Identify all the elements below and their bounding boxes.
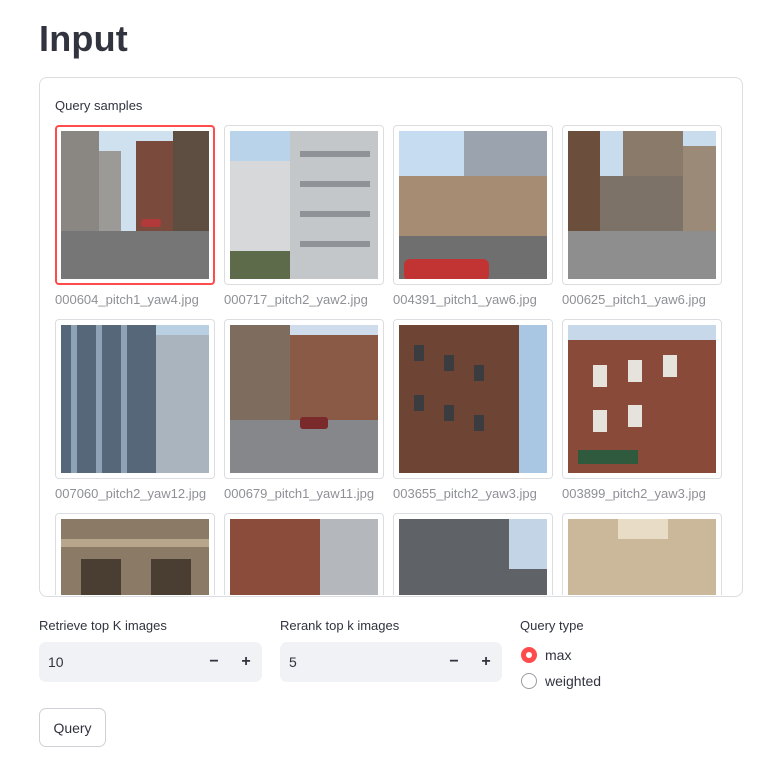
page-title: Input bbox=[39, 18, 128, 59]
gallery-item[interactable] bbox=[393, 513, 553, 595]
gallery-item[interactable] bbox=[55, 513, 215, 595]
gallery-thumbnail[interactable] bbox=[393, 513, 553, 595]
street-image bbox=[399, 325, 547, 473]
gallery-item[interactable]: 003655_pitch2_yaw3.jpg bbox=[393, 319, 553, 501]
gallery-thumbnail[interactable] bbox=[562, 513, 722, 595]
gallery-thumbnail[interactable] bbox=[224, 125, 384, 285]
gallery-thumbnail[interactable] bbox=[224, 319, 384, 479]
street-image bbox=[230, 325, 378, 473]
street-image bbox=[230, 131, 378, 279]
street-image bbox=[61, 325, 209, 473]
rerank-top-k-stepper: 5 − + bbox=[280, 642, 502, 682]
street-image bbox=[230, 519, 378, 595]
radio-label-max: max bbox=[545, 647, 572, 663]
street-image bbox=[568, 131, 716, 279]
radio-selected-icon[interactable] bbox=[521, 647, 537, 663]
query-type-label: Query type bbox=[520, 618, 584, 633]
gallery-item[interactable]: 004391_pitch1_yaw6.jpg bbox=[393, 125, 553, 307]
street-image bbox=[61, 131, 209, 279]
gallery-item[interactable]: 007060_pitch2_yaw12.jpg bbox=[55, 319, 215, 501]
gallery-item[interactable] bbox=[224, 513, 384, 595]
radio-label-weighted: weighted bbox=[545, 673, 602, 689]
street-image bbox=[399, 519, 547, 595]
rerank-top-k-input[interactable]: 5 bbox=[280, 654, 438, 670]
gallery-thumbnail[interactable] bbox=[393, 125, 553, 285]
gallery-caption: 000604_pitch1_yaw4.jpg bbox=[55, 292, 199, 307]
gallery-item[interactable] bbox=[562, 513, 722, 595]
gallery-caption: 007060_pitch2_yaw12.jpg bbox=[55, 486, 207, 501]
gallery-thumbnail[interactable] bbox=[224, 513, 384, 595]
gallery-item[interactable]: 000625_pitch1_yaw6.jpg bbox=[562, 125, 722, 307]
street-image bbox=[399, 131, 547, 279]
query-samples-label: Query samples bbox=[55, 98, 143, 113]
retrieve-top-k-stepper: 10 − + bbox=[39, 642, 262, 682]
gallery-caption: 003655_pitch2_yaw3.jpg bbox=[393, 486, 537, 501]
rerank-decrement-button[interactable]: − bbox=[438, 642, 470, 682]
retrieve-top-k-input[interactable]: 10 bbox=[39, 654, 198, 670]
gallery-caption: 000625_pitch1_yaw6.jpg bbox=[562, 292, 706, 307]
radio-unselected-icon[interactable] bbox=[521, 673, 537, 689]
gallery-caption: 004391_pitch1_yaw6.jpg bbox=[393, 292, 537, 307]
gallery-thumbnail[interactable] bbox=[55, 513, 215, 595]
query-type-option-max[interactable]: max bbox=[521, 647, 571, 663]
gallery-caption: 000717_pitch2_yaw2.jpg bbox=[224, 292, 368, 307]
gallery-thumbnail[interactable] bbox=[393, 319, 553, 479]
gallery-thumbnail[interactable] bbox=[562, 319, 722, 479]
query-button[interactable]: Query bbox=[39, 708, 106, 747]
gallery-item[interactable]: 000604_pitch1_yaw4.jpg bbox=[55, 125, 215, 307]
gallery-item[interactable]: 003899_pitch2_yaw3.jpg bbox=[562, 319, 722, 501]
gallery-item[interactable]: 000717_pitch2_yaw2.jpg bbox=[224, 125, 384, 307]
retrieve-increment-button[interactable]: + bbox=[230, 642, 262, 682]
gallery-item[interactable]: 000679_pitch1_yaw11.jpg bbox=[224, 319, 384, 501]
gallery-thumbnail[interactable] bbox=[562, 125, 722, 285]
rerank-increment-button[interactable]: + bbox=[470, 642, 502, 682]
rerank-top-k-label: Rerank top k images bbox=[280, 618, 400, 633]
image-gallery[interactable]: 000604_pitch1_yaw4.jpg 000717_pitch2_yaw… bbox=[55, 125, 735, 595]
gallery-caption: 000679_pitch1_yaw11.jpg bbox=[224, 486, 375, 501]
gallery-caption: 003899_pitch2_yaw3.jpg bbox=[562, 486, 706, 501]
retrieve-decrement-button[interactable]: − bbox=[198, 642, 230, 682]
query-samples-panel: Query samples 000604_pitch1_yaw4.jpg 000… bbox=[39, 77, 743, 597]
street-image bbox=[568, 519, 716, 595]
street-image bbox=[61, 519, 209, 595]
gallery-thumbnail[interactable] bbox=[55, 319, 215, 479]
street-image bbox=[568, 325, 716, 473]
query-type-option-weighted[interactable]: weighted bbox=[521, 673, 601, 689]
retrieve-top-k-label: Retrieve top K images bbox=[39, 618, 167, 633]
gallery-thumbnail[interactable] bbox=[55, 125, 215, 285]
